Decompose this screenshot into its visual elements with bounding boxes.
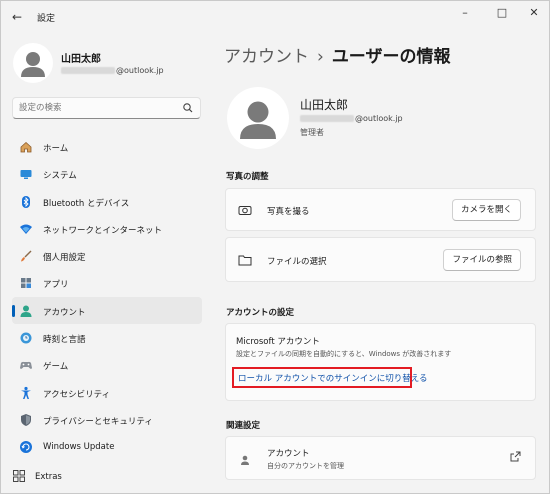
browse-files-button[interactable]: ファイルの参照 [443, 249, 521, 271]
person-icon [241, 455, 249, 465]
redacted-email-prefix [300, 115, 354, 122]
sidebar-item-label: ホーム [43, 144, 69, 154]
search-box[interactable] [12, 97, 201, 119]
user-email: @outlook.jp [300, 114, 403, 123]
file-card: ファイルの選択 ファイルの参照 [225, 237, 536, 282]
sidebar-item-label: アカウント [43, 307, 86, 318]
account-icon [20, 305, 32, 317]
sidebar-item-bluetooth[interactable]: Bluetooth とデバイス [12, 188, 202, 215]
update-icon [20, 441, 32, 454]
arrow-left-icon[interactable]: ← [7, 7, 27, 27]
profile-email: @outlook.jp [61, 66, 164, 75]
extras-label: Extras [35, 472, 62, 482]
sidebar-item-label: 個人用設定 [43, 253, 86, 264]
sidebar-item-label: アプリ [43, 280, 69, 291]
breadcrumb-separator: › [317, 47, 324, 67]
sidebar-item-accounts[interactable]: アカウント [12, 296, 202, 325]
sidebar-item-gaming[interactable]: ゲーム [12, 351, 202, 378]
sidebar-item-extras[interactable]: Extras [12, 466, 202, 488]
camera-label: 写真を撮る [267, 207, 310, 217]
sidebar-item-apps[interactable]: アプリ [12, 269, 202, 296]
search-icon [183, 103, 193, 113]
sidebar-item-personalization[interactable]: 個人用設定 [12, 242, 202, 269]
related-account-card[interactable]: アカウント 自分のアカウントを管理 [225, 436, 536, 480]
sidebar-item-home[interactable]: ホーム [12, 133, 202, 160]
sidebar-item-label: アクセシビリティ [43, 389, 111, 400]
section-title-photo: 写真の調整 [226, 172, 269, 182]
user-avatar [227, 87, 289, 149]
maximize-icon[interactable]: □ [485, 1, 519, 25]
search-input[interactable] [19, 101, 179, 115]
related-account-subtitle: 自分のアカウントを管理 [267, 462, 344, 470]
ms-account-description: 設定とファイルの同期を自動的にすると、Windows が改善されます [236, 350, 452, 358]
sidebar-item-privacy[interactable]: プライバシーとセキュリティ [12, 406, 202, 433]
active-indicator [12, 304, 15, 317]
redacted-email-prefix [61, 67, 115, 74]
user-name: 山田太郎 [300, 98, 349, 112]
extras-grid-icon [13, 470, 25, 482]
sidebar-item-label: Bluetooth とデバイス [43, 198, 130, 209]
settings-window: ← 設定 – □ ✕ 山田太郎 @outlook.jp ホーム [0, 0, 550, 494]
sidebar-item-label: プライバシーとセキュリティ [43, 416, 153, 427]
wifi-icon [20, 224, 32, 234]
highlight-box: ローカル アカウントでのサインインに切り替える [232, 367, 427, 388]
monitor-icon [20, 170, 32, 180]
shield-icon [21, 413, 31, 426]
section-title-account-settings: アカウントの設定 [226, 308, 295, 318]
external-link-icon [510, 451, 521, 462]
globe-clock-icon [20, 332, 32, 344]
sidebar-item-label: ゲーム [43, 362, 69, 373]
section-title-related: 関連設定 [226, 421, 261, 431]
camera-icon [238, 206, 252, 215]
minimize-icon[interactable]: – [448, 1, 482, 25]
sidebar-nav: ホーム システム Bluetooth とデバイス ネットワークとインターネット [12, 133, 202, 461]
person-icon [21, 52, 45, 77]
sidebar-item-label: 時刻と言語 [43, 335, 86, 346]
person-icon [240, 101, 276, 139]
sidebar-item-system[interactable]: システム [12, 160, 202, 187]
sidebar-item-network[interactable]: ネットワークとインターネット [12, 215, 202, 242]
sidebar-item-time-language[interactable]: 時刻と言語 [12, 324, 202, 351]
user-role: 管理者 [300, 128, 324, 137]
breadcrumb: アカウント › ユーザーの情報 [224, 42, 450, 67]
breadcrumb-parent[interactable]: アカウント [224, 47, 309, 67]
ms-account-title: Microsoft アカウント [236, 337, 320, 347]
related-account-title: アカウント [267, 449, 310, 459]
user-email-suffix: @outlook.jp [355, 114, 403, 123]
sidebar-item-accessibility[interactable]: アクセシビリティ [12, 379, 202, 406]
profile-email-suffix: @outlook.jp [116, 66, 164, 75]
switch-local-account-link[interactable]: ローカル アカウントでのサインインに切り替える [238, 372, 427, 384]
file-label: ファイルの選択 [267, 257, 327, 267]
sidebar-item-windows-update[interactable]: Windows Update [12, 433, 202, 460]
bluetooth-icon [22, 195, 30, 208]
apps-icon [21, 278, 31, 289]
sidebar-item-label: システム [43, 171, 77, 182]
page-title: ユーザーの情報 [331, 47, 451, 67]
avatar[interactable] [13, 43, 53, 83]
microsoft-account-card: Microsoft アカウント 設定とファイルの同期を自動的にすると、Windo… [225, 323, 536, 401]
gamepad-icon [20, 362, 32, 370]
app-title: 設定 [37, 14, 56, 24]
accessibility-icon [21, 386, 31, 399]
sidebar-item-label: Windows Update [43, 442, 115, 453]
camera-card: 写真を撮る カメラを開く [225, 188, 536, 231]
folder-icon [238, 255, 252, 266]
title-bar: ← 設定 – □ ✕ [1, 1, 549, 33]
sidebar-item-label: ネットワークとインターネット [43, 225, 163, 236]
brush-icon [21, 250, 32, 262]
open-camera-button[interactable]: カメラを開く [451, 199, 521, 221]
home-icon [20, 141, 32, 153]
close-icon[interactable]: ✕ [517, 1, 550, 25]
profile-name: 山田太郎 [61, 54, 101, 65]
